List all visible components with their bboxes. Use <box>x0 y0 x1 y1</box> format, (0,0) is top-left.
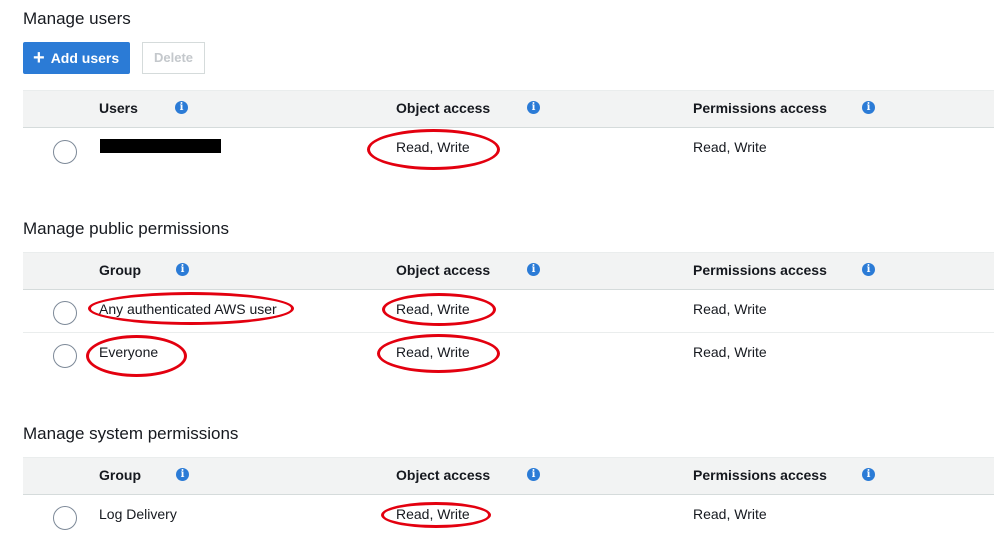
permissions-access-value: Read, Write <box>693 506 767 522</box>
delete-button[interactable]: Delete <box>142 42 205 74</box>
red-annotation-circle <box>88 292 294 325</box>
info-icon[interactable]: i <box>175 101 188 114</box>
header-object-access: Object access <box>396 467 491 483</box>
row-select-radio[interactable] <box>53 140 77 164</box>
header-group: Group <box>99 262 141 278</box>
public-table-header <box>23 252 994 290</box>
header-object-access: Object access <box>396 262 491 278</box>
section-title-public-permissions: Manage public permissions <box>23 219 229 238</box>
row-select-radio[interactable] <box>53 344 77 368</box>
red-annotation-circle <box>86 335 187 377</box>
red-annotation-circle <box>381 502 491 528</box>
red-annotation-circle <box>377 334 500 373</box>
row-select-radio[interactable] <box>53 301 77 325</box>
section-title-manage-users: Manage users <box>23 9 131 28</box>
info-icon[interactable]: i <box>176 468 189 481</box>
section-title-system-permissions: Manage system permissions <box>23 424 239 443</box>
permissions-access-value: Read, Write <box>693 301 767 317</box>
header-permissions-access: Permissions access <box>693 100 827 116</box>
red-annotation-circle <box>367 129 500 170</box>
system-table-header <box>23 457 994 495</box>
row-select-radio[interactable] <box>53 506 77 530</box>
info-icon[interactable]: i <box>862 468 875 481</box>
plus-icon: + <box>33 47 45 69</box>
add-users-label: Add users <box>50 50 120 66</box>
permissions-access-value: Read, Write <box>693 139 767 155</box>
red-annotation-circle <box>382 293 496 326</box>
header-object-access: Object access <box>396 100 491 116</box>
info-icon[interactable]: i <box>527 468 540 481</box>
users-table-header <box>23 90 994 128</box>
permissions-access-value: Read, Write <box>693 344 767 360</box>
redacted-username <box>100 139 221 153</box>
info-icon[interactable]: i <box>862 101 875 114</box>
row-divider <box>23 332 994 333</box>
info-icon[interactable]: i <box>862 263 875 276</box>
info-icon[interactable]: i <box>176 263 189 276</box>
header-group: Group <box>99 467 141 483</box>
group-name: Log Delivery <box>99 506 177 522</box>
info-icon[interactable]: i <box>527 101 540 114</box>
header-permissions-access: Permissions access <box>693 467 827 483</box>
add-users-button[interactable]: + Add users <box>23 42 130 74</box>
header-users: Users <box>99 100 138 116</box>
header-permissions-access: Permissions access <box>693 262 827 278</box>
info-icon[interactable]: i <box>527 263 540 276</box>
